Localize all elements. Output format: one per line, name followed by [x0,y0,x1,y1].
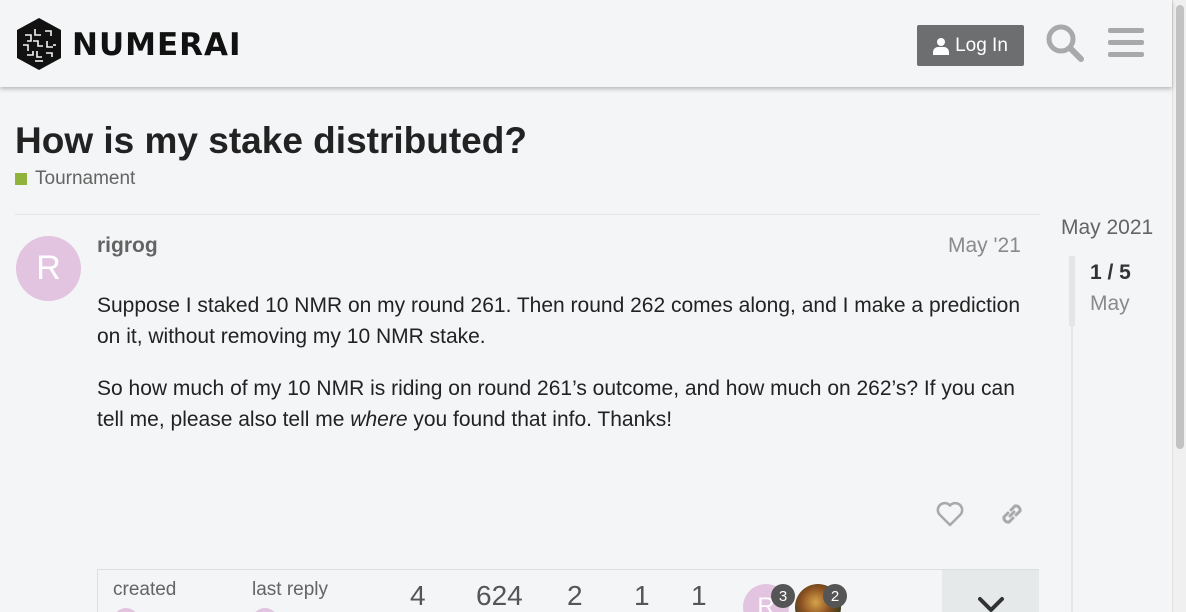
search-button[interactable] [1042,20,1088,66]
category-color-swatch [15,173,27,185]
post-text: you found that info. Thanks! [407,408,673,431]
post-paragraph: So how much of my 10 NMR is riding on ro… [97,373,1027,435]
like-button[interactable] [930,494,970,534]
title-divider [15,214,1040,215]
category-badge[interactable]: Tournament [15,168,135,190]
category-label: Tournament [35,168,136,189]
expand-topic-map-button[interactable] [942,570,1039,612]
avatar[interactable]: R [16,236,81,301]
timeline-start-date[interactable]: May 2021 [1061,216,1153,240]
heart-icon [936,501,964,527]
avatar[interactable] [252,608,278,612]
avatar[interactable] [113,608,139,612]
views-count: 624 [476,580,523,611]
likes-count: 1 [634,580,650,611]
numerai-logo-mark [17,18,61,70]
replies-count: 4 [410,580,426,611]
log-in-button[interactable]: Log In [917,25,1024,66]
link-icon [1002,504,1022,524]
participant-post-count: 3 [771,584,795,608]
post-paragraph: Suppose I staked 10 NMR on my round 261.… [97,294,1021,348]
logo-text: NUMERAI [72,27,242,63]
topic-title[interactable]: How is my stake distributed? [15,120,527,162]
chevron-down-icon [977,597,1004,612]
scrollbar-thumb[interactable] [1176,5,1184,449]
search-icon [1046,24,1084,62]
links-count: 1 [691,580,707,611]
menu-button[interactable] [1103,20,1149,66]
post-date[interactable]: May '21 [948,234,1021,258]
users-count: 2 [567,580,583,611]
post-username[interactable]: rigrog [97,234,158,258]
timeline-month: May [1090,292,1130,315]
numerai-logo[interactable]: NUMERAI [15,17,242,71]
user-icon [933,37,950,55]
topic-map: created last reply 4 624 2 1 1 R 3 2 [97,569,1039,612]
avatar-letter: R [36,249,61,287]
timeline-position: 1 / 5 [1090,261,1131,284]
created-label: created [113,579,177,600]
participant-post-count: 2 [823,584,847,608]
copy-link-button[interactable] [992,494,1032,534]
timeline-handle[interactable] [1069,256,1075,326]
log-in-label: Log In [955,34,1008,56]
site-header: NUMERAI Log In [0,0,1172,87]
hamburger-icon [1108,28,1144,57]
page-scrollbar[interactable] [1172,0,1186,612]
last-reply-label: last reply [252,579,329,600]
post-emphasis: where [350,408,408,431]
post-body: Suppose I staked 10 NMR on my round 261.… [97,290,1027,456]
